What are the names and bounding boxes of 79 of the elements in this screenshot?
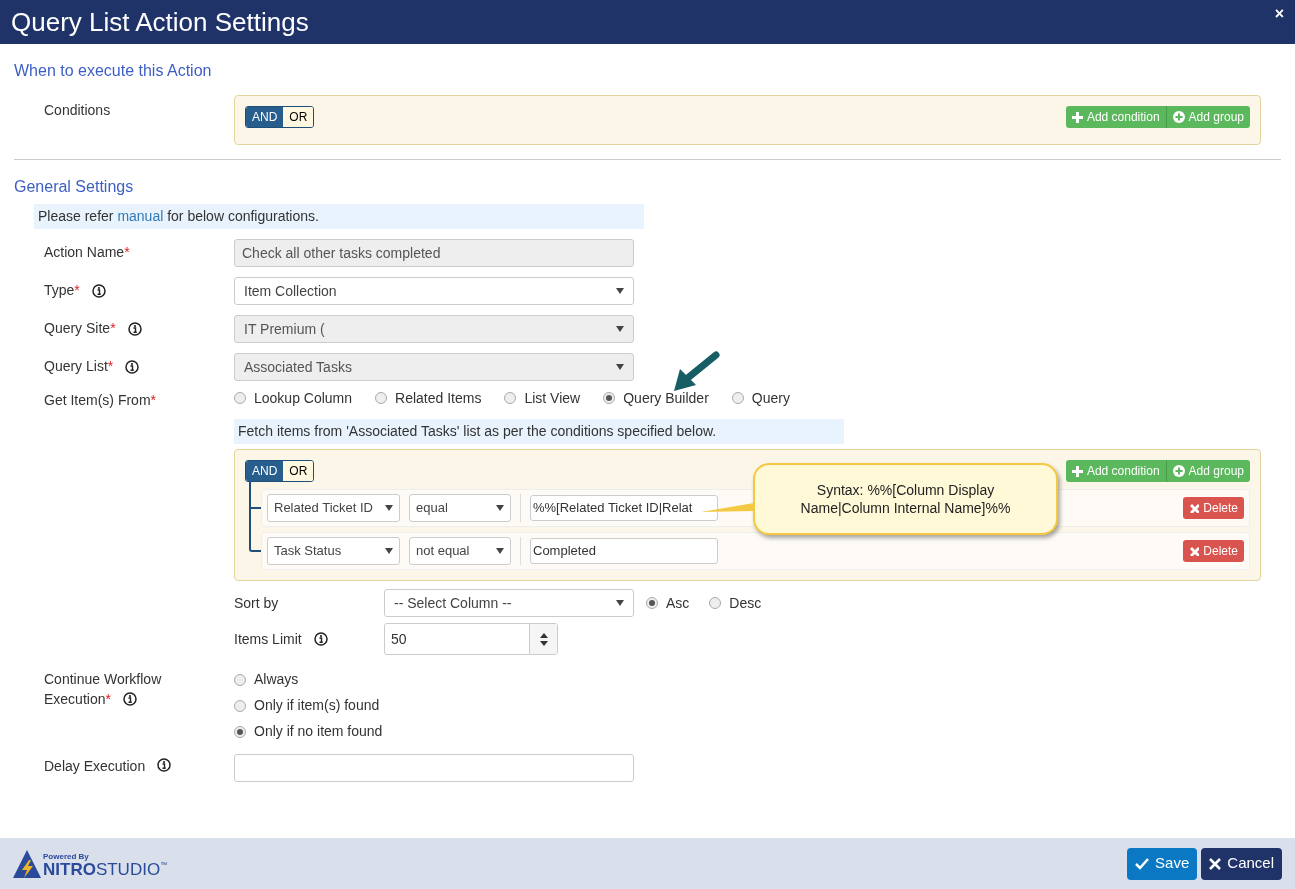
field-label: Items Limit [234, 629, 302, 649]
manual-link[interactable]: manual [117, 208, 164, 224]
brand-text: STUDIO [95, 860, 161, 878]
select-field[interactable]: not equal [409, 537, 511, 565]
spinner-icon[interactable] [539, 632, 548, 646]
number-field[interactable]: 50 [384, 623, 558, 655]
radio-option[interactable]: Only if no item found [234, 721, 383, 742]
check-icon [1135, 857, 1150, 870]
info-icon[interactable] [157, 758, 172, 772]
radio-option[interactable]: List View [504, 387, 581, 409]
caret-icon [616, 288, 624, 294]
close-icon [1189, 546, 1200, 556]
required-mark: * [107, 357, 114, 376]
callout-pointer [701, 503, 754, 513]
info-icon[interactable] [313, 632, 328, 646]
field-label: Conditions [44, 102, 111, 118]
caret-icon [385, 505, 393, 511]
caret-icon [385, 548, 393, 554]
field-label: Query List [44, 357, 108, 376]
window-title: Query List Action Settings [11, 5, 309, 39]
delete-button[interactable]: Delete [1183, 497, 1244, 519]
radio-option[interactable]: Related Items [375, 387, 482, 409]
radio-option[interactable]: Query Builder [603, 387, 709, 409]
caret-icon [616, 326, 624, 332]
brand-text: NITRO [43, 860, 96, 878]
select-field[interactable]: Task Status [267, 537, 400, 565]
plus-icon [1071, 465, 1083, 477]
field-label: Get Item(s) From [44, 391, 151, 410]
radio-option[interactable]: Always [234, 669, 383, 690]
logic-toggle[interactable]: AND [246, 461, 284, 481]
select-field[interactable]: equal [409, 494, 511, 522]
plus-circle-icon [1172, 111, 1185, 123]
logic-toggle[interactable]: AND [246, 107, 284, 127]
logic-toggle[interactable]: OR [283, 461, 314, 481]
section-heading: General Settings [14, 177, 135, 197]
select-field[interactable]: -- Select Column -- [384, 589, 634, 617]
select-field[interactable]: Item Collection [234, 277, 634, 305]
plus-icon [1071, 111, 1083, 123]
value-field[interactable]: %%[Related Ticket ID|Relat [530, 495, 718, 521]
select-field[interactable]: Related Ticket ID [267, 494, 400, 522]
caret-icon [496, 505, 504, 511]
caret-icon [616, 364, 624, 370]
field-label: Action Name [44, 243, 125, 262]
field-label: Delay Execution [44, 757, 146, 776]
radio-option[interactable]: Asc [646, 592, 690, 614]
field-label: Query Site [44, 319, 111, 338]
field-label: Sort by [234, 593, 280, 613]
field-label: Execution [44, 690, 106, 709]
logic-toggle[interactable]: OR [283, 107, 314, 127]
callout-bubble: Syntax: %%[Column Display Name|Column Internal Name]%% [753, 463, 1058, 535]
radio-option[interactable]: Only if item(s) found [234, 695, 383, 716]
section-heading: When to execute this Action [14, 61, 213, 81]
field-label: Continue Workflow [44, 670, 163, 689]
save-button[interactable]: Save [1127, 847, 1198, 880]
cancel-button[interactable]: Cancel [1201, 847, 1282, 880]
plus-circle-icon [1172, 465, 1185, 477]
required-mark: * [74, 281, 80, 300]
close-button[interactable]: × [1274, 2, 1284, 26]
required-mark: * [110, 319, 116, 338]
info-note: Fetch items from 'Associated Tasks' list as per the conditions specified below. [234, 419, 844, 444]
required-mark: * [150, 391, 156, 410]
radio-option[interactable]: Desc [709, 592, 762, 614]
value-field[interactable]: Completed [530, 538, 718, 564]
close-icon [1209, 857, 1222, 870]
required-mark: * [124, 243, 130, 262]
field-label: Type [44, 281, 75, 300]
info-icon[interactable] [91, 283, 106, 298]
delete-button[interactable]: Delete [1183, 540, 1244, 562]
powered-by-text: Powered By [43, 852, 90, 861]
radio-option[interactable]: Lookup Column [234, 387, 353, 409]
caret-icon [616, 600, 624, 606]
radio-option[interactable]: Query [731, 387, 790, 409]
logo-icon [13, 849, 41, 878]
info-icon[interactable] [122, 692, 137, 706]
info-note: Please refer manual for below configurations. [34, 204, 644, 229]
close-icon [1189, 503, 1200, 513]
caret-icon [496, 548, 504, 554]
required-mark: * [105, 690, 111, 709]
delay-field[interactable] [234, 754, 634, 782]
